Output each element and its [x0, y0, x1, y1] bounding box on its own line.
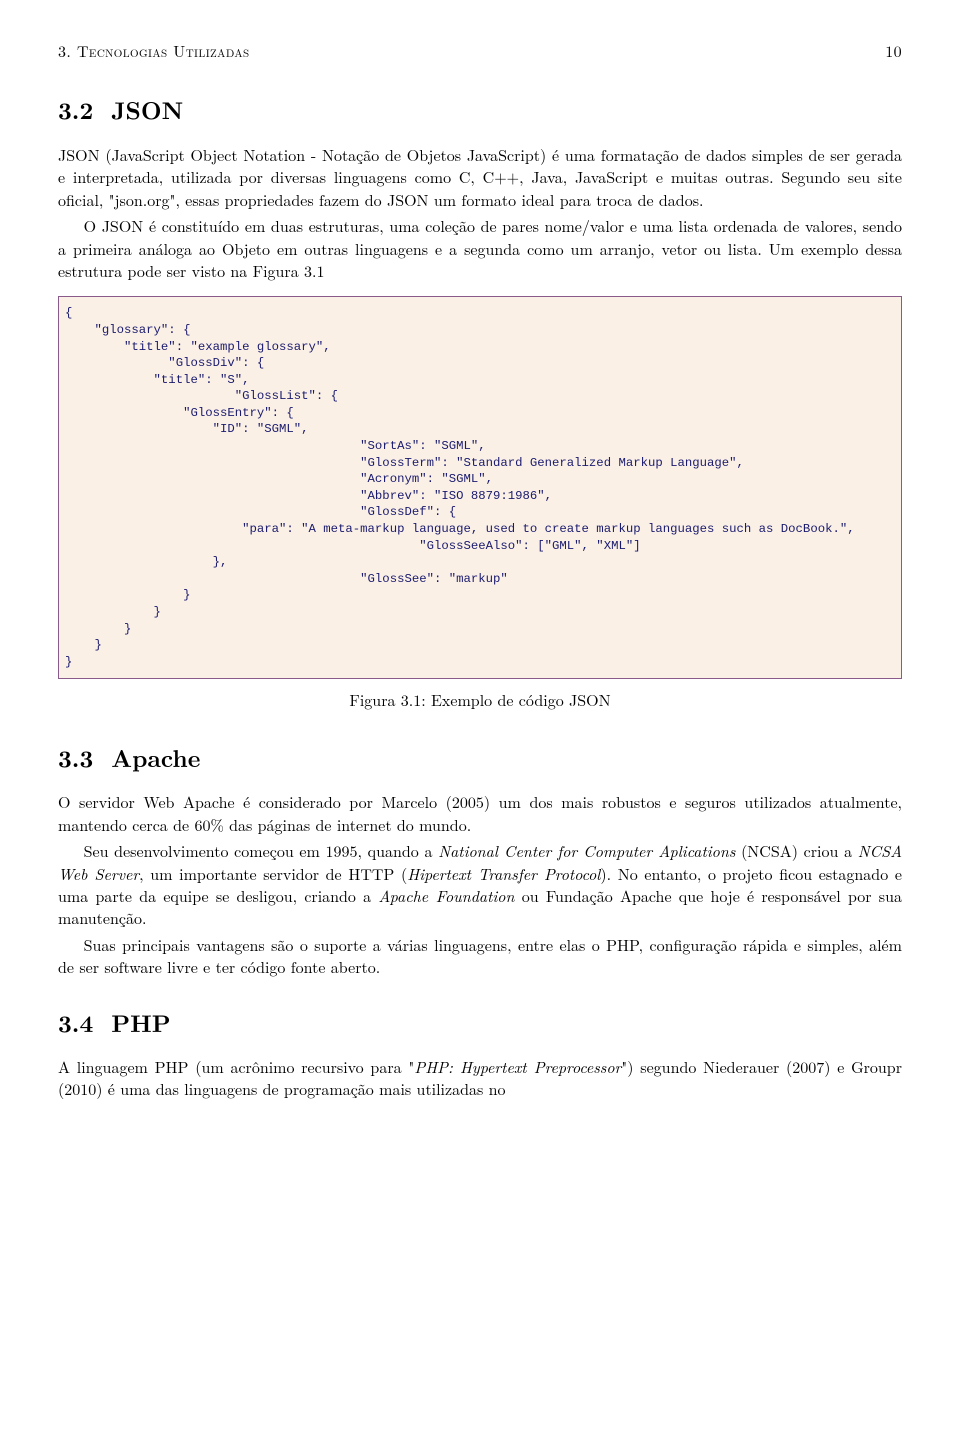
section-title: PHP [111, 1006, 170, 1040]
section-number: 3.2 [58, 93, 93, 127]
section-3-2-heading: 3.2 JSON [58, 94, 902, 128]
page-number: 10 [885, 40, 902, 62]
section-3-2-para-1: JSON (JavaScript Object Notation - Notaç… [58, 144, 902, 211]
text-run: , um importante servidor de HTTP ( [139, 862, 407, 885]
figure-3-1-caption: Figura 3.1: Exemplo de código JSON [58, 689, 902, 711]
section-3-4-heading: 3.4 PHP [58, 1007, 902, 1041]
section-title: Apache [111, 741, 200, 775]
section-3-3-para-2: Seu desenvolvimento começou em 1995, qua… [58, 840, 902, 930]
chapter-label: 3. Tecnologias Utilizadas [58, 40, 250, 62]
section-3-3-heading: 3.3 Apache [58, 742, 902, 776]
section-number: 3.4 [58, 1006, 93, 1040]
section-title: JSON [111, 93, 183, 127]
json-code-example: { "glossary": { "title": "example glossa… [58, 296, 902, 679]
section-3-2-para-2: O JSON é constituído em duas estruturas,… [58, 215, 902, 282]
italic-text: National Center for Computer Aplications [438, 839, 735, 862]
text-run: (NCSA) criou a [735, 839, 857, 862]
text-run: A linguagem PHP (um acrônimo recursivo p… [58, 1055, 414, 1078]
section-3-3-para-1: O servidor Web Apache é considerado por … [58, 791, 902, 836]
italic-text: Apache Foundation [378, 884, 514, 907]
page-header: 3. Tecnologias Utilizadas 10 [58, 40, 902, 62]
section-number: 3.3 [58, 741, 93, 775]
section-3-4-para-1: A linguagem PHP (um acrônimo recursivo p… [58, 1056, 902, 1101]
italic-text: PHP: Hypertext Preprocessor [414, 1055, 621, 1078]
italic-text: Hipertext Transfer Protocol [407, 862, 600, 885]
text-run: Seu desenvolvimento começou em 1995, qua… [84, 839, 439, 862]
section-3-3-para-3: Suas principais vantagens são o suporte … [58, 934, 902, 979]
